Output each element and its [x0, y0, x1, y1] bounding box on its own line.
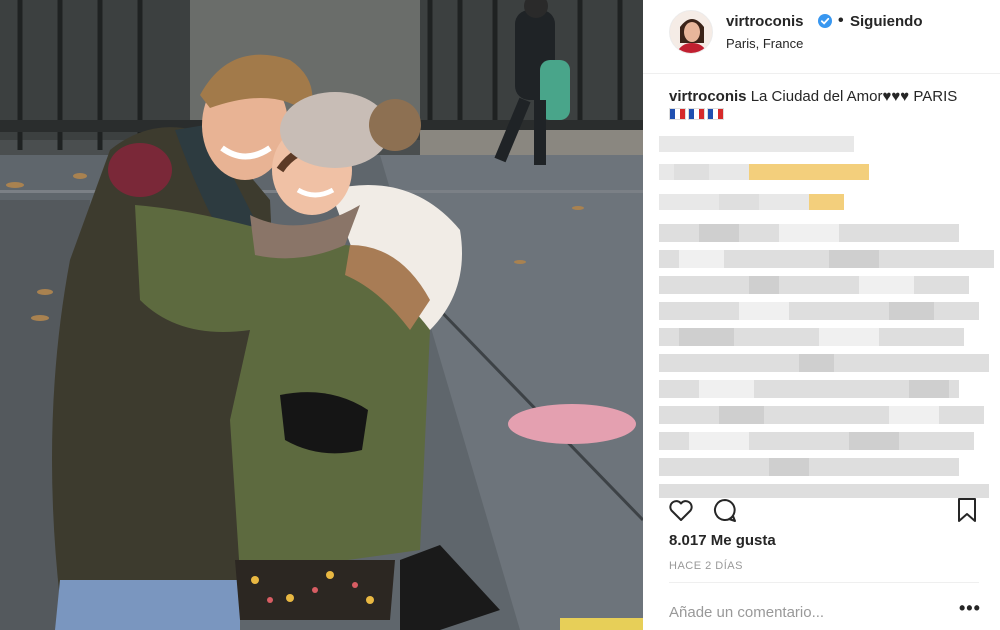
likes-count[interactable]: 8.017 Me gusta: [669, 532, 776, 549]
bookmark-icon[interactable]: [953, 496, 981, 524]
verified-badge-icon: [818, 14, 832, 28]
comment-input[interactable]: [669, 600, 939, 624]
post-header: virtroconis • Siguiendo Paris, France: [643, 0, 1000, 74]
pixelated-comments: [659, 136, 994, 498]
french-flag-icon: [707, 108, 724, 120]
following-button[interactable]: Siguiendo: [850, 13, 923, 30]
comment-icon[interactable]: [711, 496, 739, 524]
post-photo[interactable]: [0, 0, 643, 630]
photo-couple-paris: [0, 0, 643, 630]
caption: virtroconis La Ciudad del Amor♥♥♥ PARIS: [669, 88, 957, 105]
more-options-icon[interactable]: •••: [959, 598, 981, 619]
caption-text: La Ciudad del Amor♥♥♥ PARIS: [750, 88, 958, 105]
avatar-image: [670, 11, 712, 53]
caption-flags: [669, 108, 724, 120]
caption-username[interactable]: virtroconis: [669, 88, 747, 105]
post-timestamp[interactable]: HACE 2 DÍAS: [669, 560, 743, 572]
heart-icon[interactable]: [667, 496, 695, 524]
divider: [669, 582, 979, 583]
avatar[interactable]: [669, 10, 713, 54]
post-actions: [643, 496, 1000, 526]
location-link[interactable]: Paris, France: [726, 36, 803, 51]
french-flag-icon: [669, 108, 686, 120]
separator-dot: •: [838, 12, 844, 29]
french-flag-icon: [688, 108, 705, 120]
username-link[interactable]: virtroconis: [726, 13, 804, 30]
post-detail-panel: virtroconis • Siguiendo Paris, France vi…: [643, 0, 1000, 630]
